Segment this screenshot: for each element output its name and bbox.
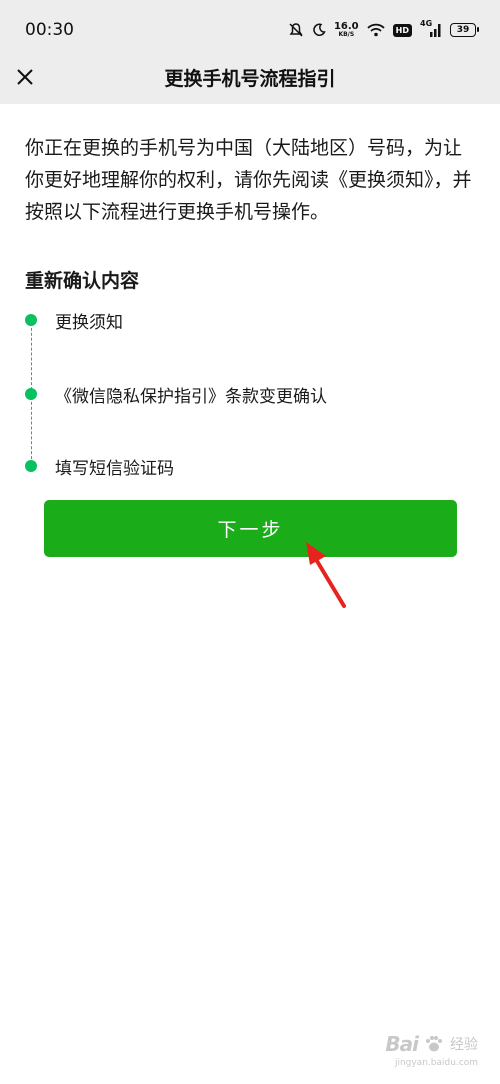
step-label: 填写短信验证码 (55, 458, 174, 479)
battery-level: 39 (456, 25, 470, 35)
step-item: 更换须知 (25, 308, 123, 333)
paw-icon (426, 1036, 442, 1052)
status-time: 00:30 (25, 20, 74, 40)
watermark-url: jingyan.baidu.com (394, 1058, 478, 1068)
watermark: Bai 经验 jingyan.baidu.com (385, 1032, 478, 1068)
battery-icon: 39 (450, 23, 479, 37)
wifi-icon (367, 23, 385, 37)
status-bar: 00:30 16.0 KB/S HD 4G 39 (0, 0, 500, 60)
section-title: 重新确认内容 (25, 270, 140, 292)
moon-icon (313, 23, 326, 37)
step-dot (25, 460, 37, 472)
status-icons: 16.0 KB/S HD 4G 39 (288, 18, 479, 42)
hd-badge: HD (392, 23, 412, 37)
page-title: 更换手机号流程指引 (164, 68, 336, 90)
nav-bar: 更换手机号流程指引 (0, 60, 500, 104)
watermark-sub: 经验 (450, 1037, 478, 1053)
step-dot (25, 388, 37, 400)
step-item: 填写短信验证码 (25, 454, 174, 479)
annotation-arrow-icon (306, 542, 346, 608)
step-dot (25, 314, 37, 326)
step-label: 更换须知 (55, 312, 123, 333)
cellular-signal-icon: 4G (420, 19, 442, 39)
next-step-button[interactable]: 下一步 (44, 500, 457, 557)
net-speed-unit: KB/S (338, 31, 355, 38)
network-speed: 16.0 KB/S (334, 22, 359, 38)
watermark-brand: Bai (385, 1032, 419, 1056)
step-label: 《微信隐私保护指引》条款变更确认 (55, 386, 327, 407)
intro-text: 你正在更换的手机号为中国（大陆地区）号码，为让你更好地理解你的权利，请你先阅读《… (25, 137, 472, 223)
step-item: 《微信隐私保护指引》条款变更确认 (25, 382, 327, 407)
mute-bell-icon (289, 23, 303, 37)
